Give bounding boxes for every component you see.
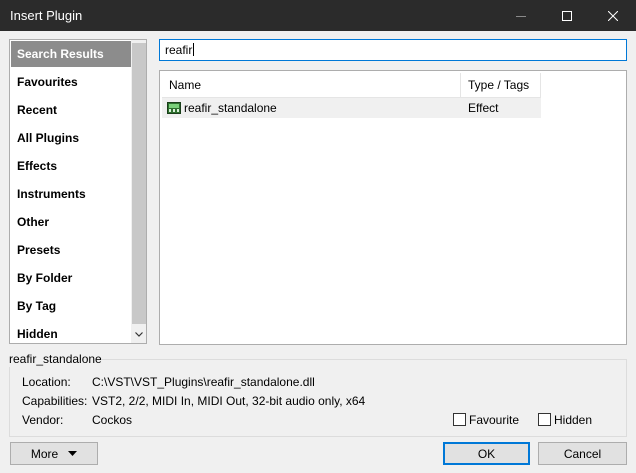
capabilities-label: Capabilities: xyxy=(22,394,88,408)
sidebar-item-effects[interactable]: Effects xyxy=(11,153,131,179)
close-button[interactable] xyxy=(590,0,636,31)
sidebar-scrollbar[interactable] xyxy=(131,40,146,343)
sidebar-item-by-tag[interactable]: By Tag xyxy=(11,293,131,319)
results-list: Name Type / Tags reafir_standalone Effec… xyxy=(159,70,627,345)
close-icon xyxy=(608,10,618,21)
maximize-icon xyxy=(562,10,572,21)
more-button[interactable]: More xyxy=(10,442,98,465)
favourite-label[interactable]: Favourite xyxy=(469,412,519,428)
cell-name: reafir_standalone xyxy=(167,98,277,118)
minimize-icon xyxy=(516,15,526,17)
vendor-label: Vendor: xyxy=(22,413,64,427)
sidebar-item-by-folder[interactable]: By Folder xyxy=(11,265,131,291)
dialog-body: Search Results Favourites Recent All Plu… xyxy=(0,31,636,473)
hidden-label[interactable]: Hidden xyxy=(554,412,592,428)
scrollbar-thumb[interactable] xyxy=(132,43,146,324)
minimize-button[interactable] xyxy=(498,0,544,31)
cancel-button[interactable]: Cancel xyxy=(538,442,627,465)
scroll-down-button[interactable] xyxy=(131,326,146,342)
sidebar-item-all-plugins[interactable]: All Plugins xyxy=(11,125,131,151)
window-title: Insert Plugin xyxy=(10,8,83,23)
column-header-type[interactable]: Type / Tags xyxy=(461,73,541,98)
title-bar: Insert Plugin xyxy=(0,0,636,31)
ok-button[interactable]: OK xyxy=(443,442,530,465)
dropdown-arrow-icon xyxy=(68,451,78,456)
sidebar-item-instruments[interactable]: Instruments xyxy=(11,181,131,207)
category-list: Search Results Favourites Recent All Plu… xyxy=(9,39,147,344)
sidebar-item-favourites[interactable]: Favourites xyxy=(11,69,131,95)
maximize-button[interactable] xyxy=(544,0,590,31)
favourite-checkbox[interactable] xyxy=(453,413,466,426)
column-header-name[interactable]: Name xyxy=(162,73,461,98)
more-label: More xyxy=(30,446,59,461)
sidebar-item-other[interactable]: Other xyxy=(11,209,131,235)
sidebar-item-presets[interactable]: Presets xyxy=(11,237,131,263)
chevron-down-icon xyxy=(135,331,143,337)
search-text: reafir xyxy=(165,43,193,57)
location-value: C:\VST\VST_Plugins\reafir_standalone.dll xyxy=(92,375,315,389)
search-input[interactable]: reafir xyxy=(159,39,627,61)
hidden-checkbox[interactable] xyxy=(538,413,551,426)
sidebar-item-search-results[interactable]: Search Results xyxy=(11,41,131,67)
table-row[interactable]: reafir_standalone Effect xyxy=(162,98,541,118)
capabilities-value: VST2, 2/2, MIDI In, MIDI Out, 32-bit aud… xyxy=(92,394,366,408)
details-title: reafir_standalone xyxy=(9,351,102,367)
plugin-name: reafir_standalone xyxy=(184,101,277,115)
location-label: Location: xyxy=(22,375,71,389)
sidebar-item-recent[interactable]: Recent xyxy=(11,97,131,123)
text-caret xyxy=(193,43,195,56)
vendor-value: Cockos xyxy=(92,413,133,427)
sidebar-item-hidden[interactable]: Hidden xyxy=(11,321,131,343)
plugin-icon xyxy=(167,102,181,114)
cell-type: Effect xyxy=(468,101,499,115)
